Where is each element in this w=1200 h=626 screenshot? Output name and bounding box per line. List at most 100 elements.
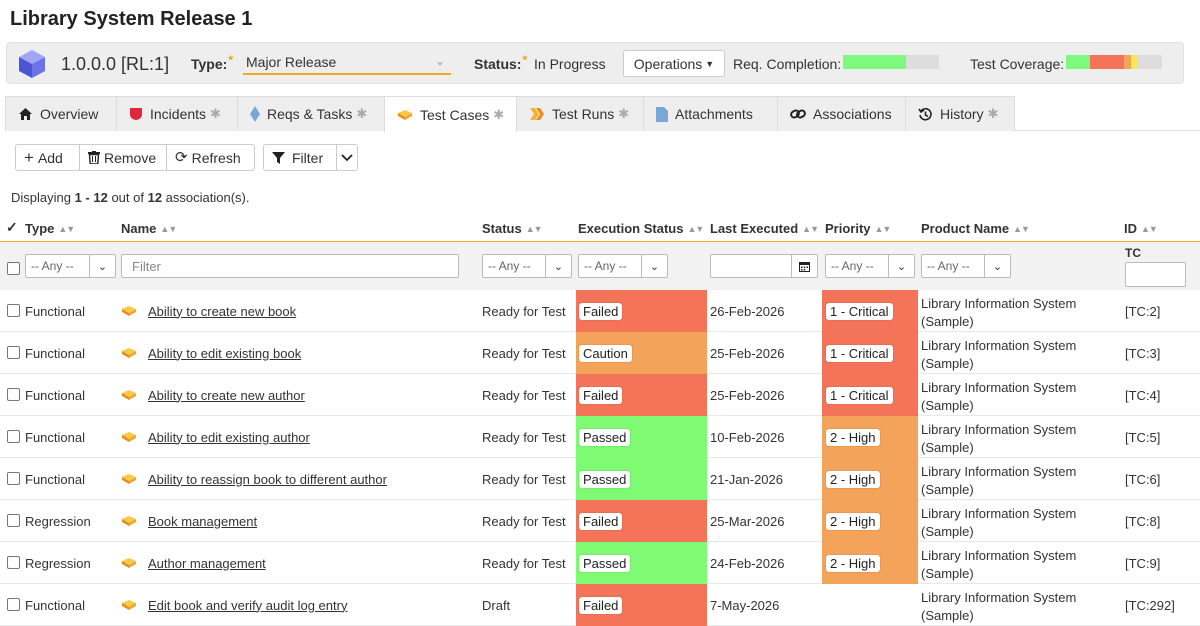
execution-status-filter-select[interactable]: -- Any -- ⌄ xyxy=(578,254,668,278)
row-priority: 2 - High xyxy=(822,416,918,458)
filter-button[interactable]: Filter xyxy=(263,144,337,171)
tab-associations[interactable]: Associations xyxy=(777,96,906,131)
type-filter-select[interactable]: -- Any -- ⌄ xyxy=(25,254,116,278)
row-name-link[interactable]: Ability to edit existing author xyxy=(148,416,310,458)
table-row[interactable]: Functional Ability to reassign book to di… xyxy=(0,458,1200,500)
row-name-link[interactable]: Ability to edit existing book xyxy=(148,332,301,374)
row-checkbox[interactable] xyxy=(7,472,20,485)
select-all-checkmark-icon[interactable]: ✓ xyxy=(6,219,18,236)
row-checkbox[interactable] xyxy=(7,304,20,317)
table-row[interactable]: Functional Ability to edit existing book R… xyxy=(0,332,1200,374)
table-row[interactable]: Regression Book management Ready for Test F… xyxy=(0,500,1200,542)
name-filter-input[interactable]: Filter xyxy=(121,254,459,278)
row-name-link[interactable]: Ability to create new book xyxy=(148,290,296,332)
sort-icon[interactable]: ▲▼ xyxy=(875,224,892,234)
row-execution-status: Failed xyxy=(576,374,707,416)
row-product-name: Library Information System (Sample) xyxy=(921,589,1077,623)
row-product-name: Library Information System (Sample) xyxy=(921,547,1077,581)
row-checkbox[interactable] xyxy=(7,346,20,359)
sort-icon[interactable]: ▲▼ xyxy=(1141,224,1158,234)
table-row[interactable]: Functional Edit book and verify audit log… xyxy=(0,584,1200,626)
row-name-link[interactable]: Edit book and verify audit log entry xyxy=(148,584,347,626)
bar-segment xyxy=(1131,55,1138,69)
row-status: Ready for Test xyxy=(482,345,566,361)
column-header-execution-status[interactable]: Execution Status ▲▼ xyxy=(578,221,704,236)
tab-history[interactable]: History ✱ xyxy=(905,96,1015,131)
column-header-id[interactable]: ID ▲▼ xyxy=(1124,221,1158,236)
diamond-icon xyxy=(250,106,260,122)
row-id[interactable]: [TC:5] xyxy=(1125,416,1160,458)
row-type: Functional xyxy=(25,345,85,361)
row-execution-status: Failed xyxy=(576,290,707,332)
column-header-type[interactable]: Type ▲▼ xyxy=(25,221,75,236)
row-checkbox[interactable] xyxy=(7,430,20,443)
priority-filter-select[interactable]: -- Any -- ⌄ xyxy=(825,254,915,278)
id-filter-input[interactable] xyxy=(1125,262,1186,287)
row-id[interactable]: [TC:292] xyxy=(1125,584,1175,626)
table-row[interactable]: Functional Ability to create new book Read… xyxy=(0,290,1200,332)
tab-reqs-tasks[interactable]: Reqs & Tasks ✱ xyxy=(237,96,385,131)
table-row[interactable]: Functional Ability to edit existing autho… xyxy=(0,416,1200,458)
row-product-name: Library Information System (Sample) xyxy=(921,337,1077,371)
row-priority: 2 - High xyxy=(822,500,918,542)
tab-overview[interactable]: Overview xyxy=(5,96,117,131)
product-filter-select[interactable]: -- Any -- ⌄ xyxy=(921,254,1011,278)
sort-icon[interactable]: ▲▼ xyxy=(1013,224,1030,234)
calendar-icon[interactable] xyxy=(791,255,817,277)
row-checkbox[interactable] xyxy=(7,556,20,569)
row-id[interactable]: [TC:8] xyxy=(1125,500,1160,542)
row-priority: 2 - High xyxy=(822,458,918,500)
row-status: Ready for Test xyxy=(482,471,566,487)
row-checkbox[interactable] xyxy=(7,598,20,611)
row-checkbox[interactable] xyxy=(7,388,20,401)
row-type: Functional xyxy=(25,429,85,445)
test-case-icon xyxy=(121,332,137,374)
row-status: Draft xyxy=(482,597,511,613)
column-header-name[interactable]: Name ▲▼ xyxy=(121,221,177,236)
add-button[interactable]: + Add xyxy=(15,144,80,171)
status-filter-select[interactable]: -- Any -- ⌄ xyxy=(482,254,572,278)
row-id[interactable]: [TC:6] xyxy=(1125,458,1160,500)
row-name-link[interactable]: Ability to reassign book to different au… xyxy=(148,458,387,500)
remove-button[interactable]: Remove xyxy=(79,144,167,171)
test-run-chevrons-icon xyxy=(529,107,545,121)
tab-attachments[interactable]: Attachments xyxy=(643,96,778,131)
row-name-link[interactable]: Ability to create new author xyxy=(148,374,305,416)
row-execution-status: Passed xyxy=(576,542,707,584)
column-header-priority[interactable]: Priority ▲▼ xyxy=(825,221,892,236)
row-type: Functional xyxy=(25,387,85,403)
row-id[interactable]: [TC:4] xyxy=(1125,374,1160,416)
chevron-down-icon xyxy=(341,153,353,162)
sort-icon[interactable]: ▲▼ xyxy=(526,224,543,234)
sort-icon[interactable]: ▲▼ xyxy=(802,224,819,234)
row-name-link[interactable]: Book management xyxy=(148,500,257,542)
row-checkbox[interactable] xyxy=(7,514,20,527)
filter-dropdown-button[interactable] xyxy=(336,144,358,171)
column-header-status[interactable]: Status ▲▼ xyxy=(482,221,543,236)
row-name-link[interactable]: Author management xyxy=(148,542,266,584)
last-executed-filter-input[interactable] xyxy=(710,254,818,278)
column-header-product-name[interactable]: Product Name ▲▼ xyxy=(921,221,1030,236)
tab-test-cases[interactable]: Test Cases ✱ xyxy=(384,96,517,132)
operations-button[interactable]: Operations ▼ xyxy=(623,50,725,77)
row-id[interactable]: [TC:9] xyxy=(1125,542,1160,584)
release-type-select[interactable]: Major Release ⌄ xyxy=(243,51,451,75)
sort-icon[interactable]: ▲▼ xyxy=(160,224,177,234)
row-id[interactable]: [TC:3] xyxy=(1125,332,1160,374)
table-row[interactable]: Functional Ability to create new author Re… xyxy=(0,374,1200,416)
test-case-icon xyxy=(121,584,137,626)
table-row[interactable]: Regression Author management Ready for Tes… xyxy=(0,542,1200,584)
row-product-name: Library Information System (Sample) xyxy=(921,505,1077,539)
row-id[interactable]: [TC:2] xyxy=(1125,290,1160,332)
test-case-icon xyxy=(121,500,137,542)
column-header-last-executed[interactable]: Last Executed ▲▼ xyxy=(710,221,819,236)
refresh-button[interactable]: ⟳ Refresh xyxy=(166,144,255,171)
sort-icon[interactable]: ▲▼ xyxy=(687,224,704,234)
select-all-checkbox[interactable] xyxy=(7,262,20,275)
row-last-executed: 26-Feb-2026 xyxy=(710,303,785,319)
row-status: Ready for Test xyxy=(482,555,566,571)
row-type: Functional xyxy=(25,303,85,319)
tab-test-runs[interactable]: Test Runs ✱ xyxy=(516,96,644,131)
tab-incidents[interactable]: Incidents ✱ xyxy=(116,96,238,131)
sort-icon[interactable]: ▲▼ xyxy=(58,224,75,234)
